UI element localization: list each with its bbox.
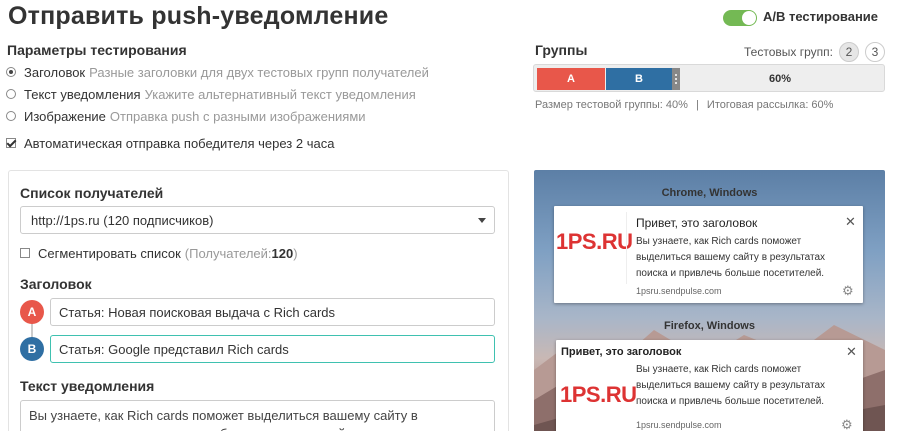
page-title: Отправить push-уведомление bbox=[8, 2, 389, 30]
variant-b-title-input[interactable]: Статья: Google представил Rich cards bbox=[50, 335, 495, 363]
firefox-logo: 1PS.RU bbox=[560, 382, 637, 408]
option-title-hint: Разные заголовки для двух тестовых групп… bbox=[89, 64, 429, 80]
option-text[interactable]: Текст уведомления Укажите альтернативный… bbox=[6, 85, 416, 103]
segment-option[interactable]: Сегментировать список (Получателей: 120) bbox=[20, 244, 298, 262]
option-text-hint: Укажите альтернативный текст уведомления bbox=[144, 86, 416, 102]
firefox-title: Привет, это заголовок bbox=[561, 346, 682, 358]
chrome-site: 1psru.sendpulse.com bbox=[636, 286, 722, 296]
test-group-size: Размер тестовой группы: 40% bbox=[535, 99, 688, 111]
firefox-label: Firefox, Windows bbox=[664, 320, 755, 332]
test-groups-selector: Тестовых групп: 2 3 bbox=[744, 42, 885, 62]
recipients-value: http://1ps.ru (120 подписчиков) bbox=[31, 213, 214, 228]
segment-a: A bbox=[537, 68, 605, 90]
recipients-select[interactable]: http://1ps.ru (120 подписчиков) bbox=[20, 206, 495, 234]
split-drag-handle[interactable] bbox=[672, 68, 680, 90]
chrome-body-line-2: выделиться вашему сайту в результатах bbox=[636, 252, 826, 263]
option-title[interactable]: Заголовок Разные заголовки для двух тест… bbox=[6, 63, 429, 81]
chevron-down-icon bbox=[478, 218, 486, 223]
gear-icon[interactable]: ⚙ bbox=[841, 417, 853, 431]
segment-hint-prefix: (Получателей: bbox=[184, 245, 272, 261]
variant-a-badge: A bbox=[20, 300, 44, 324]
stats-separator: | bbox=[695, 99, 699, 111]
firefox-site: 1psru.sendpulse.com bbox=[636, 420, 722, 430]
toggle-knob bbox=[742, 11, 756, 25]
firefox-body-line-1: Вы узнаете, как Rich cards поможет bbox=[636, 364, 802, 375]
chrome-body: Вы узнаете, как Rich cards поможет выдел… bbox=[636, 234, 825, 282]
option-text-label: Текст уведомления bbox=[24, 86, 141, 102]
segment-rest: 60% bbox=[768, 73, 792, 85]
final-send-size: Итоговая рассылка: 60% bbox=[706, 99, 834, 111]
chrome-logo-main: 1PS bbox=[556, 229, 597, 254]
option-image-label: Изображение bbox=[24, 108, 106, 124]
auto-send-checkbox[interactable] bbox=[6, 138, 16, 148]
firefox-body: Вы узнаете, как Rich cards поможет выдел… bbox=[636, 362, 825, 410]
segment-hint-suffix: ) bbox=[293, 245, 298, 261]
groups-heading: Группы bbox=[535, 42, 588, 58]
option-image-hint: Отправка push с разными изображениями bbox=[109, 108, 366, 124]
chrome-logo-suffix: .RU bbox=[596, 229, 633, 254]
firefox-notification: Привет, это заголовок ✕ 1PS.RU Вы узнает… bbox=[556, 340, 863, 431]
radio-title[interactable] bbox=[6, 67, 16, 77]
test-groups-label: Тестовых групп: bbox=[744, 45, 833, 59]
close-icon[interactable]: ✕ bbox=[846, 344, 857, 360]
option-title-label: Заголовок bbox=[24, 64, 86, 80]
radio-text[interactable] bbox=[6, 89, 16, 99]
text-heading: Текст уведомления bbox=[20, 378, 155, 394]
group-split-bar: A B 60% bbox=[533, 64, 885, 92]
chrome-body-line-3: поиска и привлечь больше посетителей. bbox=[636, 268, 825, 279]
auto-send-option[interactable]: Автоматическая отправка победителя через… bbox=[6, 134, 334, 152]
chrome-body-line-1: Вы узнаете, как Rich cards поможет bbox=[636, 236, 802, 247]
segment-b: B bbox=[606, 68, 672, 90]
group-count-3-button[interactable]: 3 bbox=[864, 42, 885, 62]
chrome-logo: 1PS.RU bbox=[556, 229, 633, 255]
recipients-heading: Список получателей bbox=[20, 185, 164, 201]
radio-image[interactable] bbox=[6, 111, 16, 121]
firefox-logo-main: 1PS bbox=[560, 382, 601, 407]
option-image[interactable]: Изображение Отправка push с разными изоб… bbox=[6, 107, 366, 125]
segment-count: 120 bbox=[271, 245, 294, 261]
test-params-heading: Параметры тестирования bbox=[7, 42, 187, 58]
firefox-body-line-2: выделиться вашему сайту в результатах bbox=[636, 380, 826, 391]
notification-preview: Chrome, Windows 1PS.RU Привет, это загол… bbox=[534, 170, 885, 431]
chrome-label: Chrome, Windows bbox=[661, 187, 758, 199]
variant-a-title-input[interactable]: Статья: Новая поисковая выдача с Rich ca… bbox=[50, 298, 495, 326]
ab-test-toggle[interactable] bbox=[723, 10, 757, 26]
firefox-body-line-3: поиска и привлечь больше посетителей. bbox=[636, 396, 825, 407]
close-icon[interactable]: ✕ bbox=[845, 214, 856, 230]
segment-checkbox[interactable] bbox=[20, 248, 30, 258]
segment-label: Сегментировать список bbox=[38, 245, 181, 261]
notification-text-input[interactable]: Вы узнаете, как Rich cards поможет выдел… bbox=[20, 400, 495, 431]
firefox-logo-suffix: .RU bbox=[600, 382, 637, 407]
title-heading: Заголовок bbox=[20, 276, 92, 292]
ab-test-label: A/B тестирование bbox=[763, 9, 879, 24]
auto-send-label: Автоматическая отправка победителя через… bbox=[24, 135, 335, 151]
chrome-title: Привет, это заголовок bbox=[636, 216, 758, 230]
gear-icon[interactable]: ⚙ bbox=[842, 283, 854, 299]
chrome-divider bbox=[626, 212, 627, 284]
group-count-2-button[interactable]: 2 bbox=[838, 42, 859, 62]
group-stats: Размер тестовой группы: 40% | Итоговая р… bbox=[535, 99, 833, 111]
variant-b-badge: B bbox=[20, 337, 44, 361]
chrome-notification: 1PS.RU Привет, это заголовок ✕ Вы узнает… bbox=[554, 206, 863, 303]
